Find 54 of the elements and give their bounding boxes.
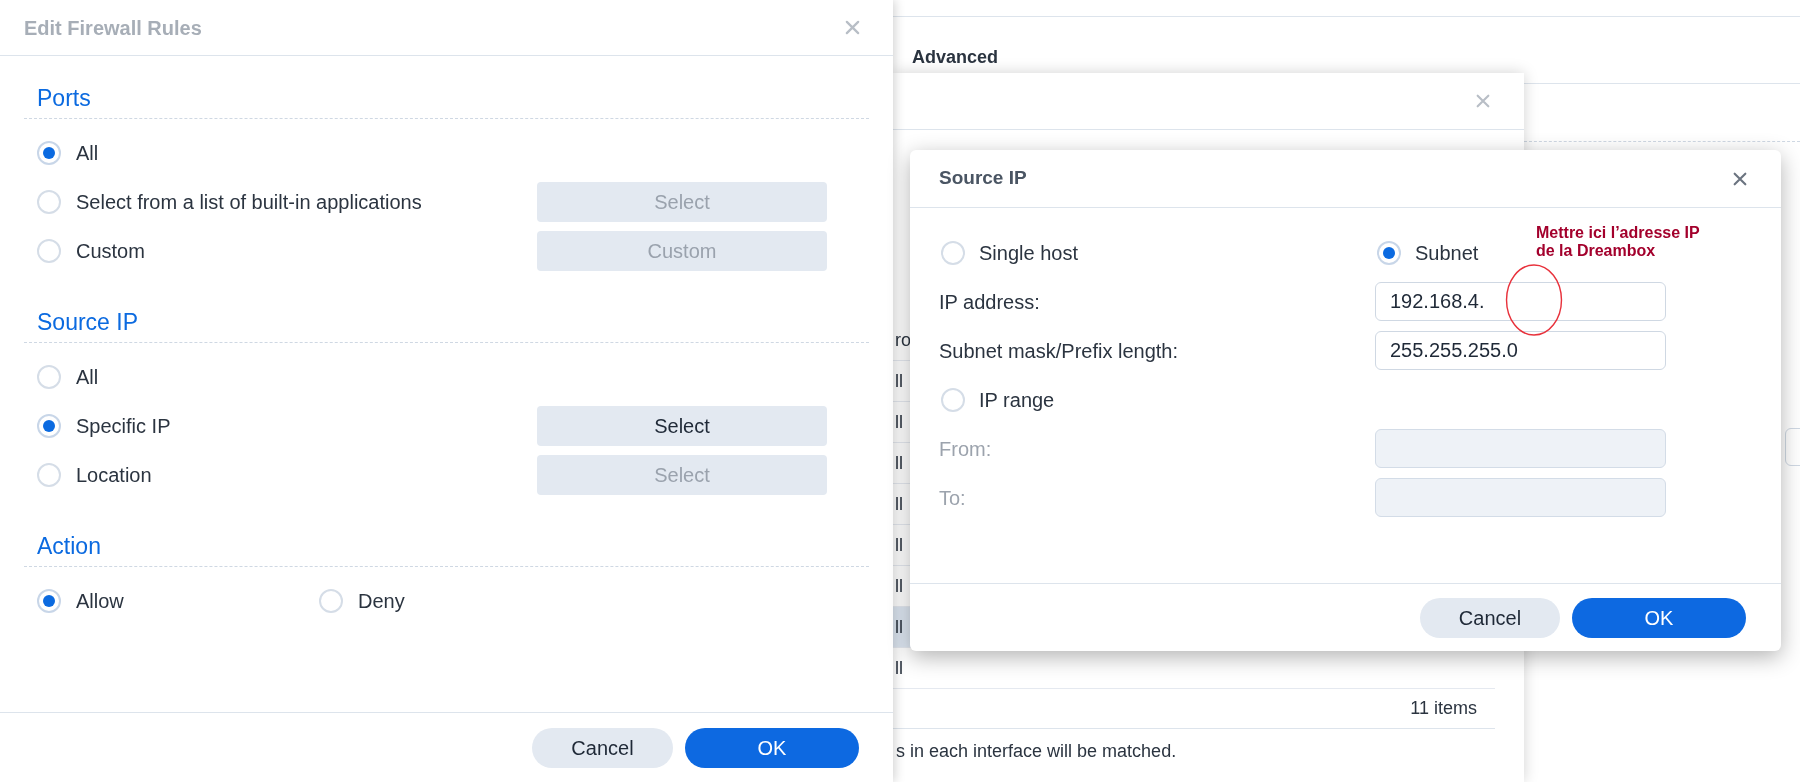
radio-label: Custom <box>76 239 145 262</box>
radio-button[interactable] <box>37 238 61 263</box>
radio-button[interactable] <box>37 364 61 389</box>
table-cell-text: ll <box>895 656 903 680</box>
table-cell-text: ll <box>895 615 903 639</box>
table-cell-text: ll <box>895 451 903 475</box>
table-cell-text: ll <box>895 369 903 393</box>
table-cell-text: ll <box>895 410 903 434</box>
radio-label: Subnet <box>1415 240 1479 266</box>
radio-label: Allow <box>76 589 124 612</box>
ok-button[interactable]: OK <box>685 727 859 768</box>
item-count: 11 items <box>1410 697 1477 720</box>
ok-button[interactable]: OK <box>1572 597 1746 638</box>
radio-button[interactable] <box>37 413 61 438</box>
radio-label: All <box>76 141 99 164</box>
radio-label: Location <box>76 463 152 486</box>
section-title: Advanced <box>912 46 999 69</box>
table-cell-text: ro <box>895 328 911 352</box>
section-heading: Source IP <box>36 308 138 336</box>
cancel-button[interactable]: Cancel <box>532 727 673 768</box>
radio-button[interactable] <box>37 189 61 214</box>
annotation-text: Mettre ici l’adresse IP de la Dreambox <box>1536 224 1701 260</box>
field-label: From: <box>939 437 992 460</box>
section-heading: Ports <box>36 84 91 112</box>
radio-button[interactable] <box>37 588 61 613</box>
radio-button[interactable] <box>941 240 965 265</box>
dialog-title: Source IP <box>939 166 1027 191</box>
close-icon[interactable] <box>1732 170 1748 187</box>
radio-button[interactable] <box>37 140 61 165</box>
radio-label: Specific IP <box>76 414 171 437</box>
radio-label: All <box>76 365 99 388</box>
table-cell-text: ll <box>895 492 903 516</box>
field-label: Subnet mask/Prefix length: <box>939 339 1178 362</box>
table-cell-text: ll <box>895 533 903 557</box>
radio-label: Select from a list of built-in applications <box>76 190 422 213</box>
field-label: To: <box>939 486 966 509</box>
input-field[interactable]: 192.168.4. <box>1375 282 1666 321</box>
radio-label: Single host <box>979 240 1078 266</box>
cancel-button[interactable]: Cancel <box>1420 597 1560 638</box>
radio-label: Deny <box>358 589 405 612</box>
select-button[interactable]: Select <box>537 405 827 446</box>
field-label: IP address: <box>939 290 1040 313</box>
radio-button[interactable] <box>941 387 965 412</box>
radio-label: IP range <box>979 387 1055 413</box>
table-row[interactable]: ll <box>893 648 1495 689</box>
table-cell-text: ll <box>895 574 903 598</box>
radio-button[interactable] <box>37 462 61 487</box>
dialog-title: Edit Firewall Rules <box>24 15 202 41</box>
input-field[interactable]: 255.255.255.0 <box>1375 331 1666 370</box>
annotation-circle <box>1504 264 1564 336</box>
note-text: s in each interface will be matched. <box>896 739 1177 763</box>
section-heading: Action <box>36 532 101 560</box>
radio-button[interactable] <box>1377 240 1401 265</box>
radio-button[interactable] <box>319 588 343 613</box>
